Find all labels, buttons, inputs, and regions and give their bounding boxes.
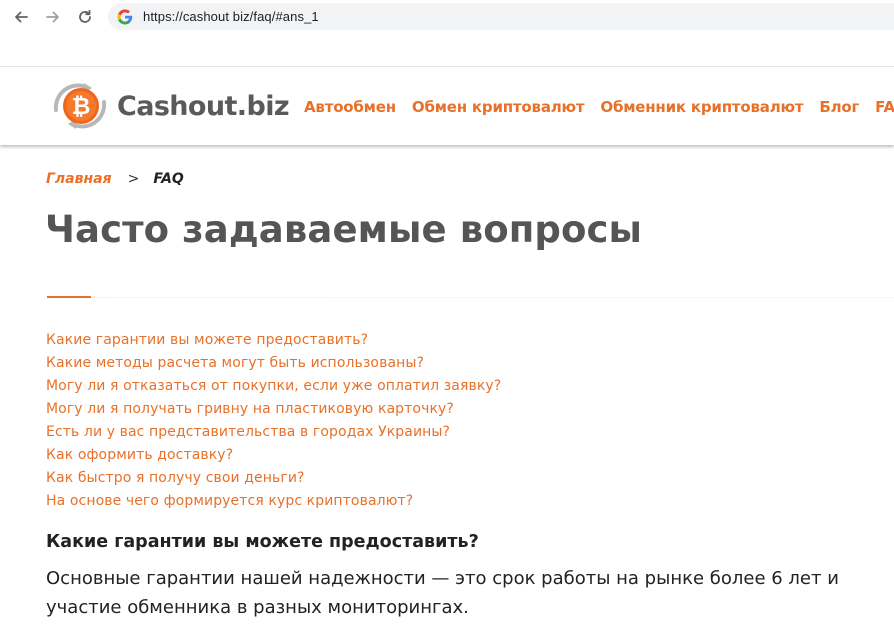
section-divider	[47, 297, 894, 298]
breadcrumb-current: FAQ	[153, 171, 184, 187]
main-nav: Автообмен Обмен криптовалют Обменник кри…	[304, 98, 894, 116]
answer-text: Основные гарантии нашей надежности — это…	[46, 568, 839, 618]
faq-question-link[interactable]: Могу ли я получать гривну на пластиковую…	[46, 401, 454, 417]
faq-question-link[interactable]: На основе чего формируется курс криптова…	[46, 493, 413, 509]
address-bar[interactable]: https://cashout biz/faq/#ans_1	[108, 3, 894, 30]
reload-icon[interactable]	[72, 4, 98, 30]
browser-toolbar: https://cashout biz/faq/#ans_1	[0, 0, 894, 34]
list-item: Могу ли я получать гривну на пластиковую…	[46, 398, 501, 421]
site-header: ₿ Cashout.biz Автообмен Обмен криптовалю…	[0, 67, 894, 145]
breadcrumb: Главная > FAQ	[46, 171, 184, 187]
faq-question-link[interactable]: Как быстро я получу свои деньги?	[46, 470, 305, 486]
title-underline	[47, 296, 91, 298]
list-item: Как быстро я получу свои деньги?	[46, 467, 501, 490]
list-item: Могу ли я отказаться от покупки, если уж…	[46, 375, 501, 398]
breadcrumb-separator: >	[127, 171, 140, 187]
list-item: На основе чего формируется курс криптова…	[46, 490, 501, 513]
nav-blog[interactable]: Блог	[819, 98, 859, 116]
nav-faq[interactable]: FAQ	[875, 98, 894, 116]
list-item: Как оформить доставку?	[46, 444, 501, 467]
faq-question-link[interactable]: Какие гарантии вы можете предоставить?	[46, 332, 368, 348]
faq-question-link[interactable]: Могу ли я отказаться от покупки, если уж…	[46, 378, 501, 394]
list-item: Какие методы расчета могут быть использо…	[46, 352, 501, 375]
list-item: Какие гарантии вы можете предоставить?	[46, 329, 501, 352]
breadcrumb-home[interactable]: Главная	[46, 171, 112, 187]
back-arrow-icon[interactable]	[8, 4, 34, 30]
nav-crypto-exchanger[interactable]: Обменник криптовалют	[600, 98, 803, 116]
page-title: Часто задаваемые вопросы	[45, 208, 643, 251]
list-item: Есть ли у вас представительства в города…	[46, 421, 501, 444]
site-logo[interactable]: ₿ Cashout.biz	[48, 80, 290, 132]
google-g-icon	[117, 9, 133, 24]
nav-autoexchange[interactable]: Автообмен	[304, 98, 396, 116]
url-text[interactable]: https://cashout biz/faq/#ans_1	[143, 9, 319, 24]
faq-question-link[interactable]: Как оформить доставку?	[46, 447, 233, 463]
forward-arrow-icon[interactable]	[40, 4, 66, 30]
svg-text:₿: ₿	[72, 94, 91, 120]
faq-question-list: Какие гарантии вы можете предоставить? К…	[46, 329, 501, 513]
answer-heading: Какие гарантии вы можете предоставить?	[46, 532, 479, 552]
faq-question-link[interactable]: Какие методы расчета могут быть использо…	[46, 355, 424, 371]
nav-crypto-exchange[interactable]: Обмен криптовалют	[412, 98, 585, 116]
faq-question-link[interactable]: Есть ли у вас представительства в города…	[46, 424, 450, 440]
bitcoin-coin-icon: ₿	[53, 83, 107, 129]
logo-text: Cashout.biz	[117, 90, 290, 122]
